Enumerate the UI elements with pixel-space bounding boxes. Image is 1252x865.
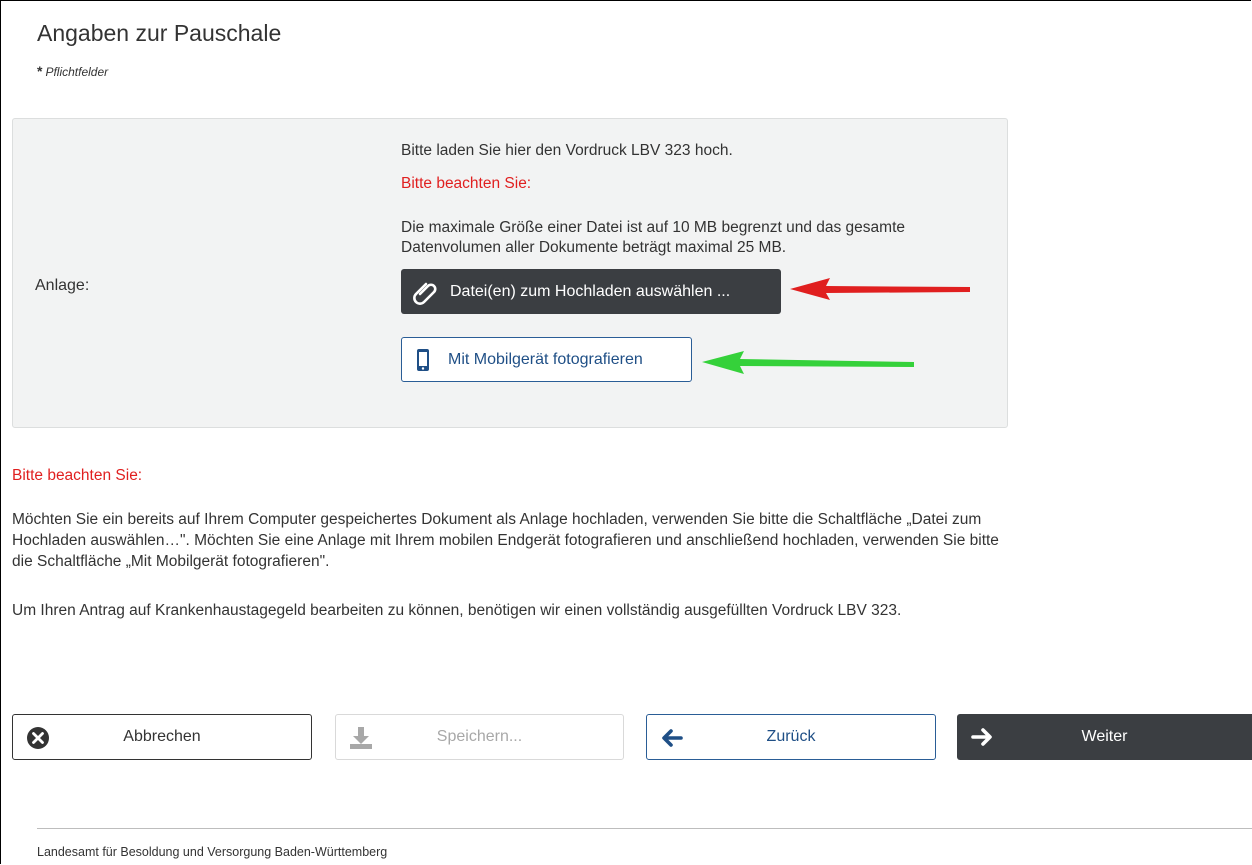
select-files-label: Datei(en) zum Hochladen auswählen ... bbox=[450, 282, 731, 300]
smartphone-icon bbox=[417, 348, 429, 371]
note-heading: Bitte beachten Sie: bbox=[12, 467, 143, 484]
download-icon bbox=[350, 727, 372, 749]
upload-note-heading: Bitte beachten Sie: bbox=[401, 175, 532, 192]
form-requirement-paragraph: Um Ihren Antrag auf Krankenhaustagegeld … bbox=[12, 602, 902, 619]
cancel-button[interactable]: Abbrechen bbox=[12, 714, 312, 760]
upload-instruction-text: Bitte laden Sie hier den Vordruck LBV 32… bbox=[401, 142, 733, 159]
red-arrow-annotation bbox=[790, 278, 970, 300]
attachment-label: Anlage: bbox=[35, 277, 90, 294]
footer-text: Landesamt für Besoldung und Versorgung B… bbox=[37, 845, 388, 859]
next-button[interactable]: Weiter bbox=[957, 714, 1252, 760]
green-arrow-annotation bbox=[702, 351, 914, 374]
cancel-label: Abbrechen bbox=[123, 728, 201, 745]
save-button[interactable]: Speichern... bbox=[335, 714, 624, 760]
footer-divider bbox=[37, 828, 1252, 829]
required-fields-text: Pflichtfelder bbox=[45, 65, 109, 79]
arrow-right-icon bbox=[971, 728, 992, 746]
paperclip-icon bbox=[413, 282, 437, 305]
back-button[interactable]: Zurück bbox=[646, 714, 936, 760]
cancel-circle-icon bbox=[27, 727, 49, 749]
upload-help-paragraph: Möchten Sie ein bereits auf Ihrem Comput… bbox=[12, 511, 999, 570]
mobile-photo-button[interactable]: Mit Mobilgerät fotografieren bbox=[401, 337, 692, 382]
upload-instructions: Bitte laden Sie hier den Vordruck LBV 32… bbox=[401, 142, 733, 193]
page-title: Angaben zur Pauschale bbox=[37, 20, 282, 46]
next-label: Weiter bbox=[1081, 728, 1128, 745]
arrow-left-icon bbox=[662, 729, 683, 747]
select-files-button[interactable]: Datei(en) zum Hochladen auswählen ... bbox=[401, 269, 781, 314]
save-label: Speichern... bbox=[436, 728, 523, 745]
file-size-limit-text: Die maximale Größe einer Datei ist auf 1… bbox=[401, 219, 905, 256]
required-marker: * bbox=[37, 63, 43, 79]
mobile-photo-label: Mit Mobilgerät fotografieren bbox=[448, 350, 643, 368]
required-fields-note: * Pflichtfelder bbox=[37, 63, 108, 79]
back-label: Zurück bbox=[766, 728, 816, 745]
